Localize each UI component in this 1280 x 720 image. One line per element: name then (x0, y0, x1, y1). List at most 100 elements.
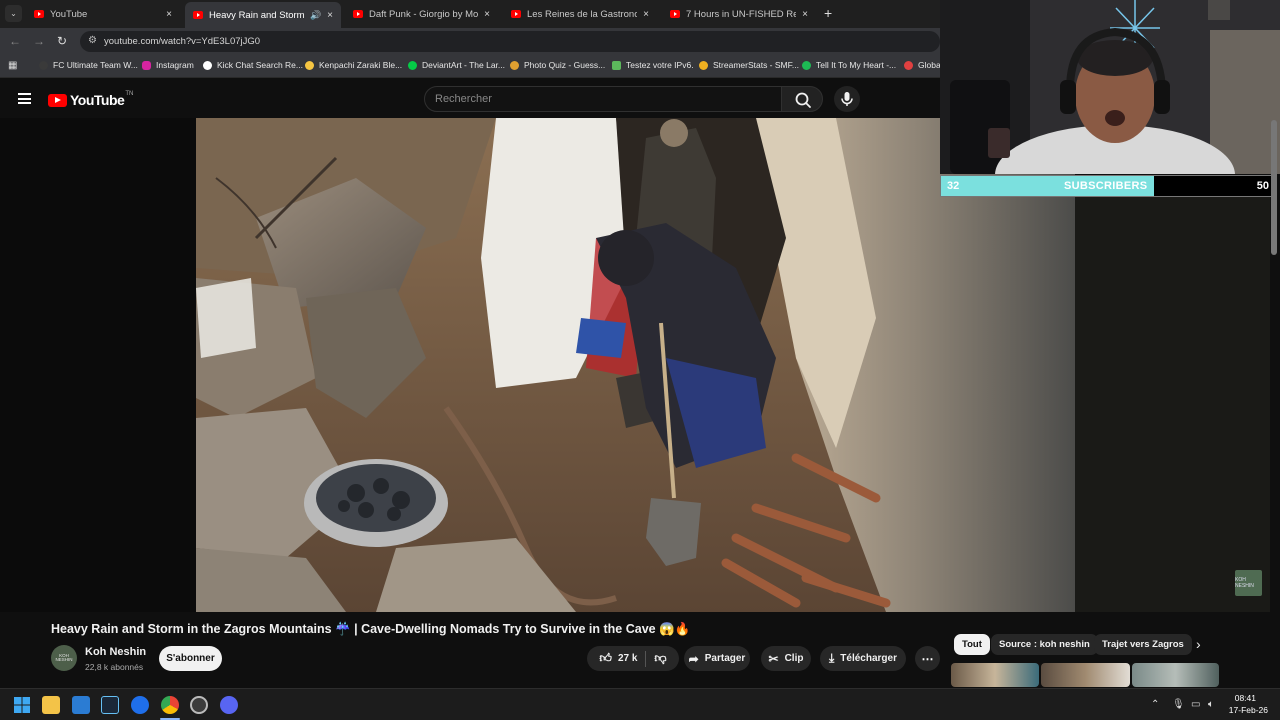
search-field[interactable] (424, 86, 782, 112)
clock-time[interactable]: 08:41 (1235, 693, 1256, 703)
new-tab-button[interactable]: + (824, 5, 832, 21)
channel-watermark[interactable]: KOH NESHIN (1235, 570, 1262, 596)
bookmark-kick-chat[interactable]: Kick Chat Search Re... (203, 60, 303, 70)
volume-icon[interactable]: 🔈︎ (1208, 699, 1214, 710)
chrome-icon[interactable] (161, 696, 179, 714)
bookmark-tell-it[interactable]: Tell It To My Heart -... (802, 60, 896, 70)
discord-icon[interactable] (220, 696, 238, 714)
site-info-icon[interactable]: ⚙ (88, 35, 97, 46)
app-icon[interactable] (190, 696, 208, 714)
more-actions-button[interactable]: ⋯ (915, 646, 940, 671)
browser-tab-heavy-rain[interactable]: Heavy Rain and Storm in th 🔊 × (185, 2, 341, 28)
chip-route[interactable]: Trajet vers Zagros (1094, 634, 1192, 655)
bookmark-label: Tell It To My Heart -... (816, 60, 897, 70)
bookmark-streamerstats[interactable]: StreamerStats - SMF... (699, 60, 799, 70)
tab-search-button[interactable]: ⌄ (5, 5, 22, 22)
bookmark-ipv6[interactable]: Testez votre IPv6. (612, 60, 694, 70)
tray-overflow-icon[interactable]: ⌃ (1151, 699, 1159, 710)
bookmark-favicon-icon (699, 60, 708, 70)
bookmark-favicon-icon (904, 60, 913, 70)
share-button[interactable]: ➦ Partager (684, 646, 750, 671)
download-label: Télécharger (840, 653, 897, 664)
like-button[interactable]: 👍︎ 27 k (599, 651, 637, 666)
channel-avatar[interactable]: KOH NESHIN (51, 645, 77, 671)
steam-icon[interactable] (101, 696, 119, 714)
bookmarks-bar: ▦ FC Ultimate Team W... Instagram Kick C… (0, 55, 941, 78)
close-tab-icon[interactable]: × (484, 9, 490, 20)
watermark-text: KOH NESHIN (1235, 577, 1254, 589)
back-arrow-icon[interactable]: ← (9, 34, 21, 48)
country-code: TN (125, 91, 134, 97)
browser-tab-youtube[interactable]: YouTube × (26, 3, 180, 25)
thumbs-down-icon: 👎︎ (654, 651, 667, 665)
subscribe-button[interactable]: S'abonner (159, 646, 222, 671)
clip-button[interactable]: ✂ Clip (761, 646, 811, 671)
bookmark-photo-quiz[interactable]: Photo Quiz - Guess... (510, 60, 605, 70)
search-button[interactable] (781, 86, 823, 112)
bookmark-favicon-icon (612, 60, 621, 70)
microphone-tray-icon[interactable]: 🎙︎ (1172, 699, 1185, 710)
hamburger-menu-icon[interactable] (18, 93, 31, 104)
subscriber-goal-bar: 32 SUBSCRIBERS 50 (940, 175, 1275, 197)
subscriber-goal-current: 32 (947, 180, 960, 192)
reload-icon[interactable]: ↻ (57, 34, 67, 48)
outlook-icon[interactable] (72, 696, 90, 714)
clock-date[interactable]: 17-Feb-26 (1229, 705, 1268, 715)
youtube-favicon-icon (353, 10, 363, 18)
page-scrollbar[interactable] (1271, 120, 1277, 255)
close-tab-icon[interactable]: × (802, 9, 808, 20)
windows-start-icon[interactable] (14, 697, 30, 713)
bookmark-favicon-icon (510, 60, 519, 70)
close-tab-icon[interactable]: × (643, 9, 649, 20)
bookmark-deviantart[interactable]: DeviantArt - The Lar... (408, 60, 505, 70)
bookmark-label: Kick Chat Search Re... (217, 60, 303, 70)
bookmark-label: Instagram (156, 60, 194, 70)
browser-tab-strip: ⌄ YouTube × Heavy Rain and Storm in th 🔊… (0, 0, 940, 28)
chevron-down-icon: ⌄ (10, 9, 17, 18)
close-tab-icon[interactable]: × (327, 10, 333, 21)
search-input[interactable] (425, 87, 781, 111)
bookmark-kenpachi[interactable]: Kenpachi Zaraki Ble... (305, 60, 402, 70)
address-url[interactable]: youtube.com/watch?v=YdE3L07jJG0 (104, 36, 260, 47)
video-title: Heavy Rain and Storm in the Zagros Mount… (51, 622, 691, 636)
tab-title: Les Reines de la Gastronomie d (527, 8, 638, 20)
chip-all[interactable]: Tout (954, 634, 990, 655)
subscriber-goal-label: SUBSCRIBERS (1064, 180, 1148, 192)
apps-grid-icon[interactable]: ▦ (8, 60, 17, 71)
recommended-thumbnail[interactable] (1132, 663, 1219, 687)
recommended-thumbnail[interactable] (951, 663, 1039, 687)
bookmark-global[interactable]: Globa (904, 60, 941, 70)
bookmark-label: FC Ultimate Team W... (53, 60, 138, 70)
recommended-thumbnail[interactable] (1041, 663, 1130, 687)
network-icon[interactable]: ▭ (1191, 699, 1200, 710)
speaker-icon[interactable]: 🔊 (310, 10, 321, 21)
close-tab-icon[interactable]: × (166, 9, 172, 20)
youtube-header: YouTube TN (0, 78, 940, 118)
bookmark-label: Globa (918, 60, 941, 70)
download-icon: ⤓ (828, 651, 835, 665)
bookmark-label: DeviantArt - The Lar... (422, 60, 505, 70)
browser-tab-reef[interactable]: 7 Hours in UN-FISHED Reef Ho × (662, 3, 816, 25)
browser-tab-reines[interactable]: Les Reines de la Gastronomie d × (503, 3, 657, 25)
bookmark-label: Testez votre IPv6. (626, 60, 694, 70)
voice-search-button[interactable] (834, 86, 860, 112)
webcam-feed (940, 0, 1280, 174)
channel-name[interactable]: Koh Neshin (85, 646, 146, 658)
chevron-right-icon[interactable]: › (1196, 636, 1201, 652)
bookmark-label: Kenpachi Zaraki Ble... (319, 60, 403, 70)
youtube-favicon-icon (193, 11, 203, 19)
file-explorer-icon[interactable] (42, 696, 60, 714)
browser-toolbar: ← → ↻ ⚙ youtube.com/watch?v=YdE3L07jJG0 (0, 28, 940, 55)
dislike-button[interactable]: 👎︎ (654, 651, 666, 666)
download-button[interactable]: ⤓ Télécharger (820, 646, 906, 671)
bookmark-instagram[interactable]: Instagram (142, 60, 194, 70)
youtube-logo-text: YouTube (70, 92, 125, 108)
bookmark-fc-ultimate[interactable]: FC Ultimate Team W... (39, 60, 138, 70)
app-icon[interactable] (131, 696, 149, 714)
youtube-logo[interactable]: YouTube TN (48, 91, 134, 108)
address-bar[interactable]: ⚙ youtube.com/watch?v=YdE3L07jJG0 (80, 31, 940, 52)
forward-arrow-icon[interactable]: → (33, 34, 45, 48)
browser-tab-daft-punk[interactable]: Daft Punk - Giorgio by Morode × (345, 3, 498, 25)
chip-source[interactable]: Source : koh neshin (991, 634, 1098, 655)
bookmark-label: StreamerStats - SMF... (713, 60, 799, 70)
